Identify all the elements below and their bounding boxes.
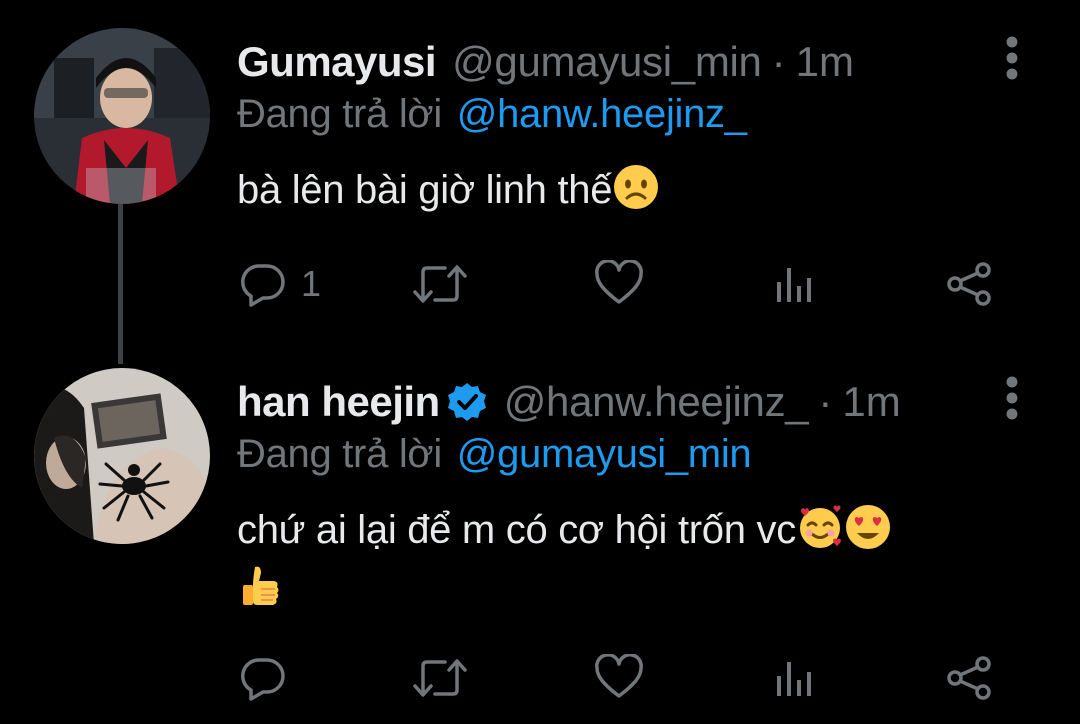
mention-link[interactable]: @gumayusi_min	[457, 432, 752, 476]
action-bar: 1	[237, 258, 1007, 310]
more-icon[interactable]	[1006, 36, 1018, 80]
verified-icon	[446, 381, 488, 423]
tweet-text-content: bà lên bài giờ linh thế	[237, 168, 613, 212]
tweet-text: chứ ai lại để m có cơ hội trốn vc	[237, 500, 1037, 620]
replying-to-line: Đang trả lời @hanw.heejinz_	[237, 92, 747, 137]
replying-prefix: Đang trả lời	[237, 92, 442, 136]
mention-link[interactable]: @hanw.heejinz_	[457, 92, 747, 136]
reply-icon	[239, 260, 287, 308]
reply-icon	[239, 654, 287, 702]
views-button[interactable]	[771, 258, 815, 310]
thumbs-up-emoji-icon	[237, 563, 285, 611]
action-bar	[237, 652, 1007, 704]
retweet-button[interactable]	[411, 258, 469, 310]
user-handle[interactable]: @gumayusi_min	[452, 38, 762, 86]
tweet-text: bà lên bài giờ linh thế	[237, 160, 1037, 220]
views-icon	[771, 260, 815, 308]
like-button[interactable]	[593, 652, 645, 704]
reply-button[interactable]	[239, 652, 287, 704]
separator-dot: ·	[818, 378, 833, 425]
display-name[interactable]: Gumayusi	[237, 38, 437, 86]
tweet-han-heejin[interactable]: han heejin @hanw.heejinz_ · 1m Đang trả …	[0, 340, 1080, 724]
user-handle[interactable]: @hanw.heejinz_	[504, 378, 809, 426]
share-button[interactable]	[943, 652, 995, 704]
replying-prefix: Đang trả lời	[237, 432, 442, 476]
retweet-icon	[411, 654, 469, 702]
heart-eyes-face-emoji-icon	[844, 503, 892, 551]
timestamp[interactable]: 1m	[842, 378, 900, 426]
like-icon	[593, 260, 645, 308]
smiling-face-with-hearts-emoji-icon	[796, 503, 844, 551]
tweet-header: han heejin @hanw.heejinz_ · 1m	[237, 374, 901, 430]
more-icon[interactable]	[1006, 376, 1018, 420]
separator-dot: ·	[771, 38, 786, 85]
tweet-gumayusi[interactable]: Gumayusi @gumayusi_min · 1m Đang trả lời…	[0, 0, 1080, 340]
like-icon	[593, 654, 645, 702]
tweet-text-content: chứ ai lại để m có cơ hội trốn vc	[237, 508, 796, 552]
display-name[interactable]: han heejin	[237, 378, 440, 426]
views-button[interactable]	[771, 652, 815, 704]
timestamp[interactable]: 1m	[796, 38, 854, 86]
retweet-button[interactable]	[411, 652, 469, 704]
views-icon	[771, 654, 815, 702]
avatar[interactable]	[34, 28, 210, 204]
replying-to-line: Đang trả lời @gumayusi_min	[237, 432, 752, 477]
frowning-face-emoji-icon	[612, 163, 660, 211]
tweet-header: Gumayusi @gumayusi_min · 1m	[237, 34, 854, 90]
avatar[interactable]	[34, 368, 210, 544]
share-icon	[943, 260, 995, 308]
reply-button[interactable]: 1	[239, 258, 321, 310]
share-button[interactable]	[943, 258, 995, 310]
retweet-icon	[411, 260, 469, 308]
share-icon	[943, 654, 995, 702]
reply-count: 1	[301, 263, 322, 304]
like-button[interactable]	[593, 258, 645, 310]
